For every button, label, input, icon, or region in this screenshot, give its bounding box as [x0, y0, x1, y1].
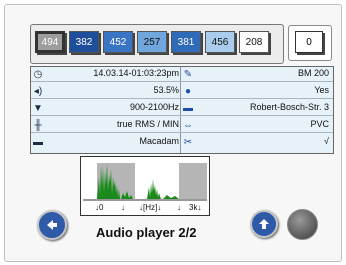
info-row: ▬ Macadam ✂ √ — [31, 135, 333, 149]
info-row: ▼ 900-2100Hz ▬ Robert-Bosch-Str. 3 — [31, 101, 333, 116]
info-row: ╫ true RMS / MIN ⇔ PVC — [31, 118, 333, 133]
channel-chip-381[interactable]: 381 — [171, 31, 201, 53]
spectrum-tick-1: ↓ — [121, 203, 125, 212]
channel-chip-494[interactable]: 494 — [35, 31, 65, 53]
pipe-icon: ⇔ — [183, 119, 193, 131]
speech-bubble-icon: ▬ — [183, 102, 193, 114]
clock-icon: ◷ — [33, 68, 43, 80]
info-left-value: 14.03.14-01:03:23pm — [93, 68, 179, 78]
spectrum-chart: ↓0 ↓ ↓[Hz]↓ ↓ 3k↓ — [80, 156, 210, 216]
channel-chip-208[interactable]: 208 — [239, 31, 269, 53]
info-right-value: √ — [324, 136, 329, 146]
info-left-value: true RMS / MIN — [116, 119, 179, 129]
info-panel: ◷ 14.03.14-01:03:23pm ✎ BM 200 ◂) 53.5% ● Yes ▼ 9… — [30, 66, 334, 154]
info-left-value: 900-2100Hz — [129, 102, 179, 112]
spectrum-tail — [163, 195, 179, 199]
spectrum-peak-mid — [147, 179, 161, 199]
info-row: ◷ 14.03.14-01:03:23pm ✎ BM 200 — [31, 67, 333, 82]
back-arrow-icon — [47, 220, 57, 230]
filter-icon: ▼ — [33, 102, 43, 114]
info-left-value: 53.5% — [153, 85, 179, 95]
back-button[interactable] — [37, 210, 67, 240]
spectrum-tick-2: ↓ — [177, 203, 181, 212]
info-row: ◂) 53.5% ● Yes — [31, 84, 333, 99]
tools-icon: ✂ — [183, 136, 193, 148]
info-right-value: PVC — [310, 119, 329, 129]
page-title: Audio player 2/2 — [96, 225, 197, 240]
channel-chip-452[interactable]: 452 — [103, 31, 133, 53]
channel-bar: 494 382 452 257 381 456 208 — [30, 24, 284, 64]
spectrum-band-right — [179, 163, 207, 199]
spectrum-svg: ↓0 ↓ ↓[Hz]↓ ↓ 3k↓ — [83, 163, 207, 212]
record-button[interactable] — [287, 209, 318, 240]
surface-icon: ▬ — [33, 136, 43, 148]
up-button[interactable] — [250, 210, 278, 238]
up-arrow-icon — [259, 219, 269, 229]
equalizer-icon: ╫ — [34, 119, 42, 131]
drop-icon: ● — [184, 85, 192, 97]
microphone-icon: ✎ — [183, 68, 193, 80]
spectrum-label-3k: 3k↓ — [189, 203, 201, 212]
speaker-icon: ◂) — [33, 85, 43, 97]
info-right-value: Yes — [314, 85, 329, 95]
channel-chip-456[interactable]: 456 — [205, 31, 235, 53]
channel-chip-382[interactable]: 382 — [69, 31, 99, 53]
info-left-value: Macadam — [139, 136, 179, 146]
spectrum-label-zero: ↓0 — [95, 203, 104, 212]
info-right-value: BM 200 — [297, 68, 329, 78]
zero-button[interactable]: 0 — [295, 31, 323, 53]
spectrum-label-hz: ↓[Hz]↓ — [139, 203, 161, 212]
zero-value-box[interactable]: 0 — [288, 25, 332, 61]
info-right-value: Robert-Bosch-Str. 3 — [249, 102, 329, 112]
channel-chip-257[interactable]: 257 — [137, 31, 167, 53]
